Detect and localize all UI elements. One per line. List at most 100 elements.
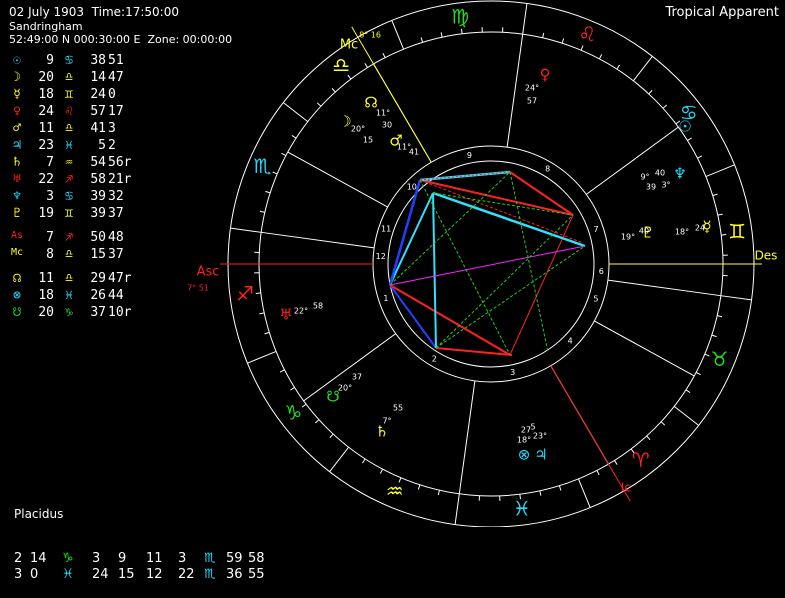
zodiac-tick: [540, 491, 541, 496]
asc-label: Asc: [197, 265, 220, 280]
house-cusp-line: [594, 321, 694, 376]
house-number-6: 6: [599, 267, 604, 276]
house-cusp-cell: 3: [178, 551, 186, 566]
zodiac-tick: [597, 470, 599, 474]
zodiac-tick: [661, 422, 665, 425]
wheel-planet-minute-1: 30: [382, 121, 392, 130]
zodiac-tick: [438, 490, 439, 495]
zodiac-tick: [721, 235, 726, 236]
zodiac-tick: [721, 296, 752, 300]
house-cusp-cell: 3: [14, 567, 22, 582]
house-cusp-line: [608, 280, 721, 296]
wheel-planet-8: ♅: [279, 306, 292, 324]
house-cusp-line: [261, 232, 374, 248]
zodiac-tick: [647, 436, 650, 440]
wheel-planet-minute-2: 15: [363, 136, 373, 145]
wheel-planet-5: ♆: [673, 165, 686, 183]
zodiac-tick: [330, 434, 333, 438]
wheel-planet-minute-12: 5: [530, 423, 535, 432]
house-rows: 214♑39113♏595830♓24151222♏3655: [14, 551, 63, 583]
sign-glyph-5: ♍: [451, 4, 469, 28]
zodiac-tick: [713, 194, 718, 195]
sign-glyph-6: ♎: [332, 53, 350, 77]
wheel-planet-degree-11: 18°: [517, 436, 531, 445]
zodiac-tick: [292, 135, 296, 138]
wheel-planet-degree-2: 20°: [351, 125, 365, 134]
house-cusp-cell: ♓: [62, 567, 74, 582]
house-ring-inner: [388, 161, 594, 367]
wheel-planet-degree-1: 11°: [376, 109, 390, 118]
aspect-line: [510, 215, 573, 355]
sign-glyph-1: ♉: [711, 347, 729, 371]
wheel-planet-minute-7: 24: [695, 224, 705, 233]
zodiac-tick: [674, 406, 698, 425]
aspect-line: [433, 193, 573, 215]
house-cusp-cell: 59: [226, 551, 243, 566]
zodiac-tick: [265, 332, 270, 333]
zodiac-tick: [260, 211, 265, 212]
zodiac-tick: [315, 420, 319, 423]
zodiac-tick: [578, 479, 590, 508]
house-cusp-cell: 55: [248, 567, 265, 582]
house-number-9: 9: [467, 151, 472, 160]
house-cusp-cell: 3: [92, 551, 100, 566]
zodiac-tick: [383, 53, 385, 57]
zodiac-tick: [717, 316, 722, 317]
house-cusp-cell: ♏: [204, 567, 216, 582]
zodiac-tick: [230, 228, 261, 232]
natal-chart-wheel: ♈♉♊♋♌♍♎♏♐♑♒♓123456789101112Asc7° 51DesMc…: [0, 0, 785, 527]
des-label: Des: [755, 249, 778, 263]
wheel-planet-degree-8: 22°: [294, 307, 308, 316]
house-number-10: 10: [407, 182, 417, 191]
zodiac-tick: [455, 494, 459, 525]
zodiac-tick: [633, 56, 652, 80]
wheel-planet-2: ☽: [338, 113, 351, 131]
zodiac-tick: [649, 90, 652, 94]
sign-glyph-9: ♑: [284, 400, 302, 424]
wheel-planet-4: ☉: [678, 118, 691, 136]
house-cusp-cell: 58: [248, 551, 265, 566]
aspect-line: [433, 193, 436, 348]
house-number-8: 8: [545, 165, 550, 174]
sign-glyph-11: ♓: [513, 497, 531, 521]
zodiac-tick: [617, 65, 620, 69]
wheel-planet-degree-10: 7°: [382, 417, 391, 426]
zodiac-tick: [330, 447, 349, 471]
zodiac-tick: [712, 335, 717, 337]
zodiac-tick: [273, 172, 278, 174]
zodiac-tick: [362, 459, 365, 463]
zodiac-tick: [614, 460, 617, 464]
house-number-4: 4: [568, 337, 573, 346]
wheel-planet-minute-5: 40: [655, 169, 665, 178]
house-cusp-line: [459, 381, 475, 494]
wheel-planet-minute-6: 40: [639, 227, 649, 236]
house-cusp-line: [507, 34, 523, 147]
zodiac-tick: [265, 191, 270, 193]
wheel-planet-minute-10: 55: [393, 404, 403, 413]
sign-glyph-0: ♈: [632, 448, 650, 472]
zodiac-tick: [599, 54, 601, 58]
zodiac-tick: [543, 33, 544, 38]
ic-label: Ic: [621, 481, 631, 495]
house-cusp-line: [288, 152, 388, 207]
sign-glyph-10: ♒: [386, 479, 404, 503]
zodiac-tick: [718, 214, 723, 215]
zodiac-tick: [581, 46, 583, 51]
wheel-planet-degree-5: 3°: [661, 181, 670, 190]
aspect-line: [436, 215, 573, 348]
house-number-3: 3: [510, 368, 515, 377]
asc-degree: 7° 51: [187, 284, 209, 293]
house-cusp-cell: 12: [146, 567, 163, 582]
house-cusp-cell: 24: [92, 567, 109, 582]
zodiac-tick: [462, 29, 463, 34]
zodiac-tick: [290, 387, 294, 390]
zodiac-tick: [441, 32, 442, 37]
zodiac-tick: [562, 38, 564, 43]
house-ring-outer: [373, 146, 609, 382]
zodiac-tick: [302, 404, 306, 407]
house-number-11: 11: [381, 225, 391, 234]
zodiac-tick: [687, 138, 691, 141]
zodiac-tick: [259, 313, 264, 314]
zodiac-tick: [317, 103, 321, 106]
mc-degree: 8° 16: [359, 31, 381, 40]
